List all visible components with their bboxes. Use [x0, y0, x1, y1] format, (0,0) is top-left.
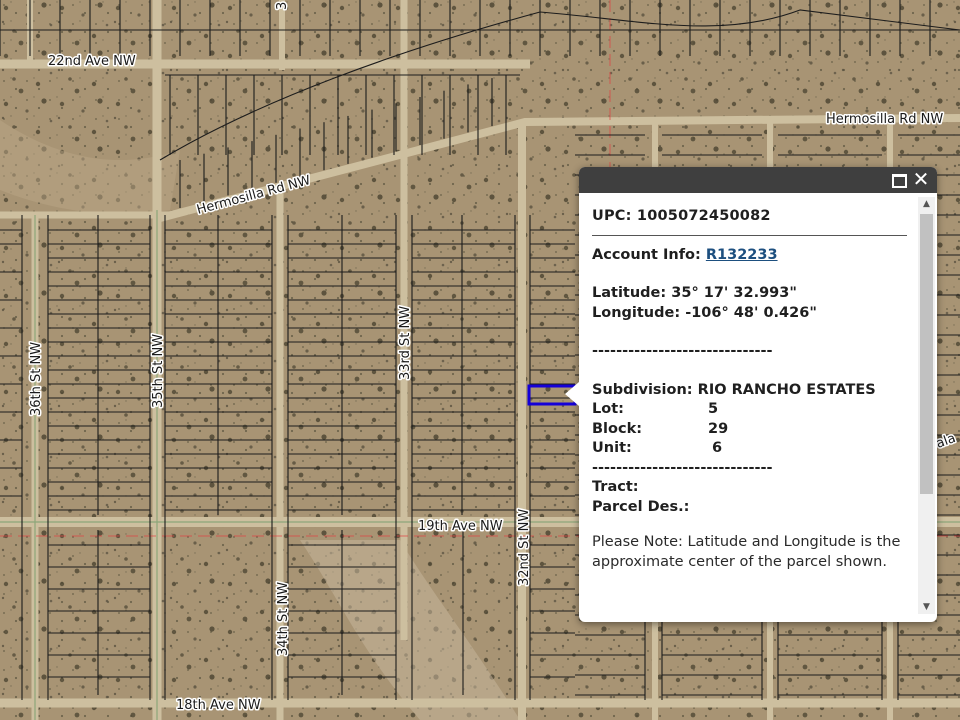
unit-value: 6	[712, 440, 723, 456]
unit-line: Unit: 6	[592, 439, 915, 459]
lot-value: 5	[708, 401, 719, 417]
separator-line: ------------------------------	[592, 343, 773, 359]
popup-pointer	[565, 382, 579, 406]
block-value: 29	[708, 420, 729, 437]
popup-content: UPC: 1005072450082 Account Info: R132233…	[579, 193, 915, 616]
street-label-22nd-ave: 22nd Ave NW	[48, 54, 136, 69]
tract-label: Tract:	[592, 479, 639, 495]
upc-value: 1005072450082	[636, 208, 771, 224]
popup-scrollbar[interactable]: ▲ ▼	[918, 197, 935, 614]
street-label-partial-top: 3	[275, 2, 290, 10]
tract-line: Tract:	[592, 478, 915, 498]
longitude-value: -106° 48' 0.426"	[685, 304, 817, 321]
parcel-des-line: Parcel Des.:	[592, 498, 915, 518]
close-icon[interactable]: ✕	[911, 168, 931, 190]
subdivision-label: Subdivision:	[592, 381, 693, 398]
account-info-label: Account Info:	[592, 246, 701, 263]
longitude-label: Longitude:	[592, 304, 681, 321]
latitude-label: Latitude:	[592, 285, 667, 301]
street-label-hermosilla-east: Hermosilla Rd NW	[826, 112, 943, 127]
account-info-link[interactable]: R132233	[706, 247, 778, 263]
parcel-info-popup: ✕ UPC: 1005072450082 Account Info: R1322…	[565, 167, 937, 622]
street-label-18th-ave: 18th Ave NW	[176, 698, 261, 713]
street-label-35th-st: 35th St NW	[151, 334, 166, 408]
subdivision-line: Subdivision: RIO RANCHO ESTATES	[592, 381, 915, 401]
longitude-line: Longitude: -106° 48' 0.426"	[592, 304, 915, 324]
upc-label: UPC:	[592, 208, 632, 224]
lot-line: Lot: 5	[592, 400, 915, 420]
unit-label: Unit:	[592, 440, 632, 456]
street-label-33rd-st: 33rd St NW	[398, 306, 413, 380]
block-line: Block: 29	[592, 420, 915, 440]
scroll-down-icon[interactable]: ▼	[918, 600, 935, 614]
scroll-up-icon[interactable]: ▲	[918, 197, 935, 211]
coordinates-note: Please Note: Latitude and Longitude is t…	[592, 534, 901, 570]
lot-label: Lot:	[592, 401, 624, 417]
maximize-icon[interactable]	[892, 174, 907, 188]
parcel-des-label: Parcel Des.:	[592, 498, 690, 515]
block-label: Block:	[592, 420, 643, 437]
separator-line: ------------------------------	[592, 459, 773, 476]
street-label-32nd-st: 32nd St NW	[517, 509, 532, 586]
popup-divider	[592, 234, 907, 236]
street-label-36th-st: 36th St NW	[29, 342, 44, 416]
subdivision-value: RIO RANCHO ESTATES	[697, 381, 876, 398]
scroll-thumb[interactable]	[920, 214, 933, 494]
street-label-34th-st: 34th St NW	[276, 582, 291, 656]
latitude-line: Latitude: 35° 17' 32.993"	[592, 284, 915, 304]
latitude-value: 35° 17' 32.993"	[671, 285, 797, 301]
upc-line: UPC: 1005072450082	[592, 207, 915, 227]
street-label-19th-ave: 19th Ave NW	[418, 519, 503, 534]
popup-header: ✕	[579, 167, 937, 193]
account-info-line: Account Info: R132233	[592, 246, 915, 266]
